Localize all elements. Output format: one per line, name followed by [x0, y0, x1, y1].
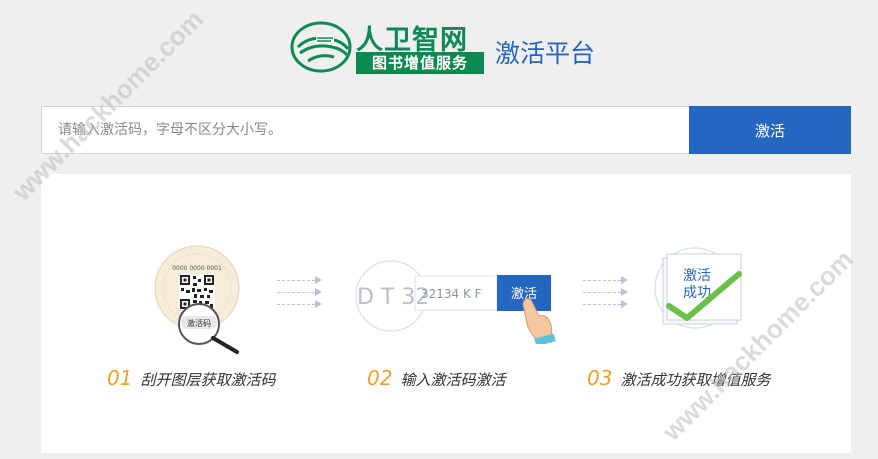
step-3-label: 激活成功获取增值服务 [620, 371, 771, 389]
step-2-caption: 02 输入激活码激活 [367, 366, 505, 390]
step-1-number: 01 [107, 366, 133, 390]
page-title: 激活平台 [495, 39, 596, 68]
activation-form: 激活 [41, 106, 851, 154]
code-small-text: 32134 K F [421, 287, 482, 301]
demo-activate-label: 激活 [511, 287, 537, 302]
activation-success-icon: 激活 成功 [654, 247, 742, 329]
step-1-caption: 01 刮开图层获取激活码 [107, 366, 275, 390]
step-2-label: 输入激活码激活 [400, 371, 506, 389]
step-arrow-icon [583, 275, 633, 315]
step-3-caption: 03 激活成功获取增值服务 [587, 366, 770, 390]
step-arrow-icon [277, 275, 327, 315]
activate-button[interactable]: 激活 [689, 106, 851, 154]
success-line-1: 激活 [683, 267, 711, 284]
scratch-card-icon: 0000 0000 0001 激活码 [154, 245, 240, 354]
code-large-text: D T 32 [357, 285, 429, 310]
enter-code-icon: D T 32 32134 K F 激活 [355, 260, 556, 344]
step-3-number: 03 [587, 366, 613, 390]
site-header: 人卫智网 图书增值服务 激活平台 [290, 16, 620, 78]
scratch-badge-label: 激活码 [187, 318, 211, 328]
activation-code-input[interactable] [41, 106, 690, 154]
scratch-code-text: 0000 0000 0001 [172, 265, 222, 272]
step-2-number: 02 [367, 366, 393, 390]
pmph-logo-icon [290, 21, 352, 73]
steps-panel: 0000 0000 0001 激活码 D T 32 32134 K F 激活 激… [41, 174, 851, 453]
logo-band: 图书增值服务 [356, 52, 484, 74]
step-1-label: 刮开图层获取激活码 [140, 371, 276, 389]
